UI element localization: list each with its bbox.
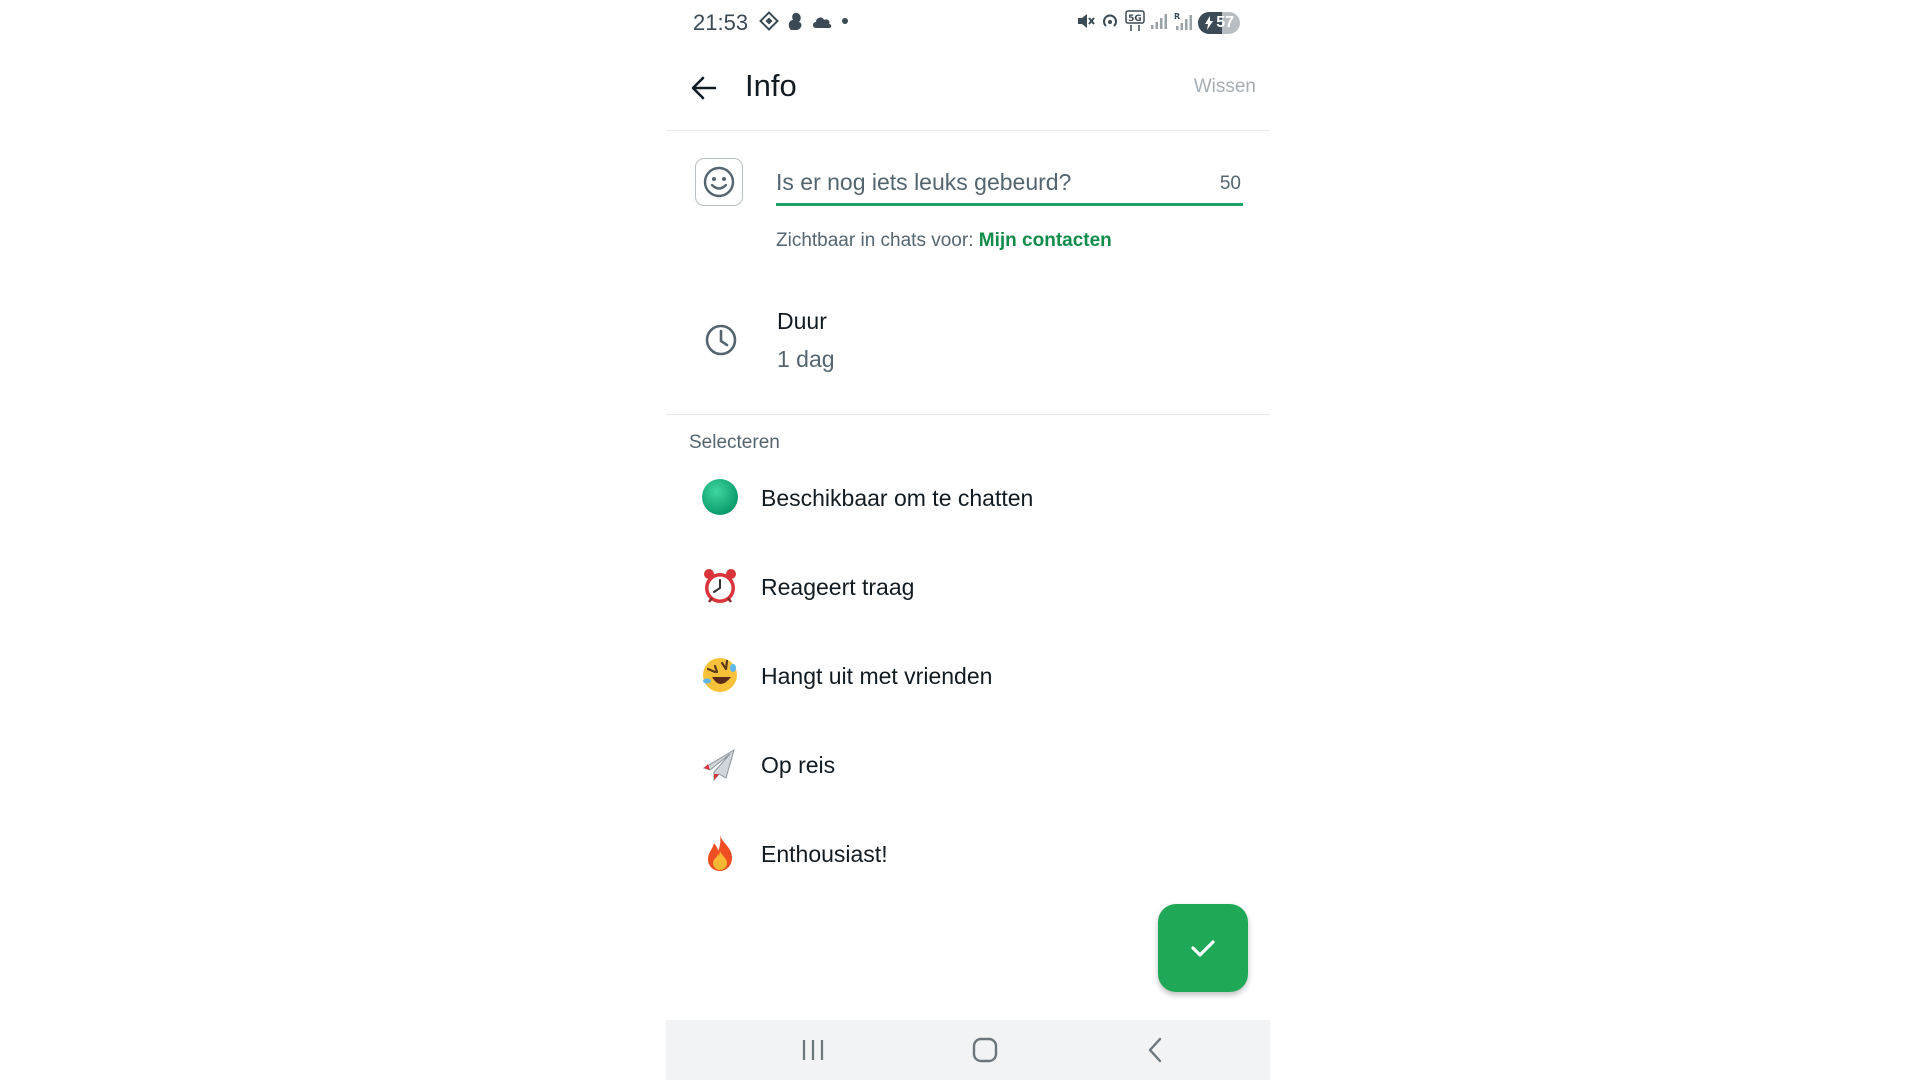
hotspot-icon	[1100, 11, 1120, 36]
option-label: Op reis	[761, 752, 836, 778]
back-button[interactable]	[684, 68, 724, 108]
checkmark-icon	[1191, 940, 1215, 957]
section-divider	[666, 414, 1270, 415]
recent-apps-button[interactable]	[793, 1034, 833, 1066]
status-option[interactable]: Beschikbaar om te chatten	[666, 463, 1270, 535]
option-label: Hangt uit met vrienden	[761, 663, 993, 689]
duration-setting[interactable]: Duur 1 dag	[666, 300, 1270, 410]
alarm-clock-icon	[700, 566, 740, 606]
status-option[interactable]: Op reis	[666, 730, 1270, 802]
status-time: 21:53	[693, 10, 749, 35]
status-option[interactable]: Enthousiast!	[666, 819, 1270, 891]
phone-screen: 21:53 5G R 57 Info Wissen Is er nog iets…	[666, 0, 1270, 1080]
visibility-link[interactable]: Mijn contacten	[979, 230, 1112, 251]
app-bar: Info Wissen	[666, 46, 1270, 131]
smiley-icon	[703, 166, 735, 198]
battery-charging-icon: 57	[1198, 12, 1240, 34]
status-text-value[interactable]: Is er nog iets leuks gebeurd?	[776, 169, 1071, 196]
clear-button[interactable]: Wissen	[1194, 76, 1256, 98]
status-option[interactable]: Hangt uit met vrienden	[666, 641, 1270, 713]
status-bar: 21:53 5G R 57	[666, 0, 1270, 46]
visibility-info: Zichtbaar in chats voor: Mijn contacten	[776, 230, 1112, 252]
page-title: Info	[745, 68, 797, 103]
svg-text:R: R	[1174, 12, 1180, 21]
home-button[interactable]	[965, 1034, 1005, 1066]
battery-level: 57	[1216, 14, 1234, 31]
remaining-char-count: 50	[1219, 173, 1241, 194]
back-nav-button[interactable]	[1136, 1034, 1176, 1066]
system-nav-bar	[666, 1020, 1270, 1080]
status-option[interactable]: Reageert traag	[666, 552, 1270, 624]
confirm-button[interactable]	[1158, 904, 1248, 992]
cloud-icon	[811, 13, 833, 34]
status-text-input[interactable]: Is er nog iets leuks gebeurd? 50	[776, 165, 1243, 206]
emoji-picker-button[interactable]	[695, 158, 743, 206]
recent-apps-icon	[802, 1040, 824, 1060]
mute-icon	[1075, 11, 1095, 36]
visibility-prefix: Zichtbaar in chats voor:	[776, 230, 979, 251]
airplane-icon	[700, 744, 740, 784]
green-circle-icon	[700, 477, 740, 517]
dot-icon	[839, 14, 851, 32]
status-left-icons	[759, 10, 851, 36]
duration-value: 1 dag	[777, 346, 835, 372]
option-label: Reageert traag	[761, 574, 915, 600]
signal-bars-icon	[1150, 12, 1168, 35]
squirrel-icon	[785, 10, 805, 37]
clock-icon	[705, 324, 737, 356]
home-icon	[972, 1037, 998, 1063]
laughing-face-icon	[700, 655, 740, 695]
signal-app-icon	[759, 10, 779, 36]
roaming-signal-icon: R	[1173, 11, 1193, 36]
svg-text:5G: 5G	[1128, 14, 1142, 24]
duration-label: Duur	[777, 308, 827, 334]
fire-icon	[700, 833, 740, 873]
status-right-icons: 5G R 57	[1075, 9, 1240, 37]
option-label: Enthousiast!	[761, 841, 888, 867]
5g-icon: 5G	[1125, 9, 1145, 37]
option-label: Beschikbaar om te chatten	[761, 485, 1034, 511]
select-section-title: Selecteren	[689, 432, 780, 453]
back-nav-icon	[1148, 1037, 1162, 1063]
arrow-left-icon	[691, 76, 717, 100]
